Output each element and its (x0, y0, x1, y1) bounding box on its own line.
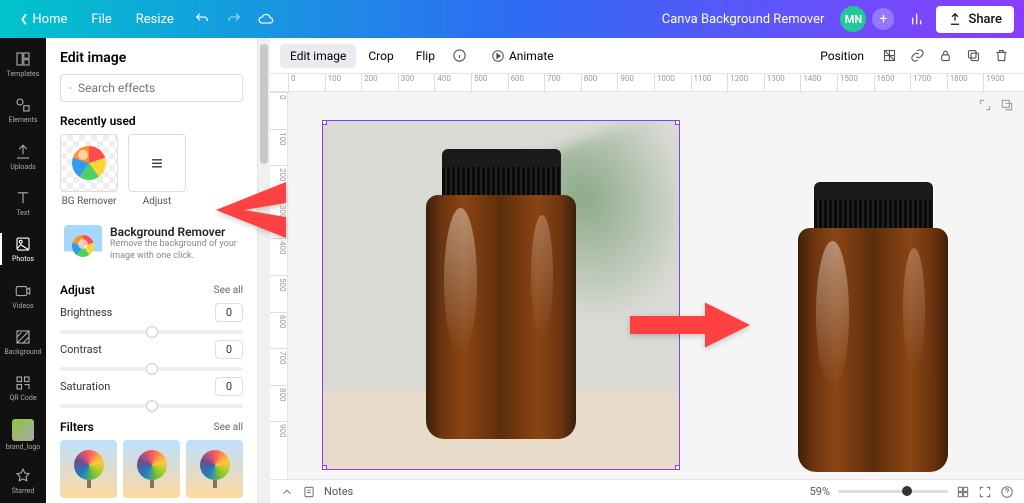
search-field[interactable] (78, 81, 234, 95)
recent-adjust[interactable]: ≡ Adjust (128, 134, 186, 207)
info-icon[interactable] (447, 43, 473, 69)
resize-handle[interactable] (322, 120, 327, 125)
redo-button[interactable] (220, 5, 248, 33)
panel-scrollbar[interactable] (258, 38, 270, 503)
slider-contrast[interactable]: Contrast0 (60, 340, 243, 371)
crop-button[interactable]: Crop (358, 44, 403, 68)
rail-background-icon (14, 328, 32, 346)
rail-text-icon (14, 189, 32, 207)
panel-title: Edit image (46, 38, 257, 74)
animate-button[interactable]: Animate (481, 44, 564, 68)
file-menu[interactable]: File (81, 6, 121, 33)
search-icon (69, 81, 72, 95)
side-rail: TemplatesElementsUploadsTextPhotosVideos… (0, 38, 46, 503)
rail-elements-icon (14, 96, 32, 114)
filters-heading: Filters (60, 420, 94, 434)
resize-handle[interactable] (675, 465, 680, 470)
bg-remover-desc: Remove the background of your image with… (110, 239, 239, 262)
brand-logo-icon (12, 419, 34, 441)
annotation-arrow (216, 180, 286, 240)
rail-text[interactable]: Text (0, 181, 46, 225)
filters-see-all[interactable]: See all (214, 422, 243, 433)
bg-remover-thumb (64, 225, 102, 263)
jar-with-bg (416, 149, 586, 439)
transparency-icon[interactable] (876, 43, 902, 69)
rail-photos-icon (14, 235, 32, 253)
filter-thumb[interactable] (186, 440, 243, 498)
rail-templates-icon (14, 50, 32, 68)
fullscreen-icon[interactable] (978, 485, 992, 499)
link-icon[interactable] (904, 43, 930, 69)
search-input[interactable] (60, 74, 243, 102)
filter-thumb[interactable] (123, 440, 180, 498)
rail-background[interactable]: Background (0, 320, 46, 364)
rail-photos[interactable]: Photos (0, 227, 46, 271)
rail-uploads-icon (14, 143, 32, 161)
edit-panel: Edit image Recently used BG Remover ≡ Ad… (46, 38, 258, 503)
canvas[interactable] (288, 92, 1024, 479)
help-icon[interactable] (1000, 485, 1014, 499)
rail-qrcode-icon (14, 374, 32, 392)
resize-menu[interactable]: Resize (126, 6, 184, 33)
ruler-horizontal: 0100200300400500600700800900100011001200… (270, 74, 1024, 92)
rail-starred-icon (14, 467, 32, 485)
rail-elements[interactable]: Elements (0, 88, 46, 132)
flip-button[interactable]: Flip (406, 44, 445, 68)
expand-icon[interactable] (978, 98, 992, 112)
add-member-button[interactable]: + (872, 8, 894, 30)
rail-videos[interactable]: Videos (0, 273, 46, 317)
adjust-heading: Adjust (60, 283, 95, 297)
bottom-bar: Notes 59% (270, 479, 1024, 503)
slider-knob[interactable] (146, 326, 158, 338)
slider-saturation[interactable]: Saturation0 (60, 377, 243, 408)
undo-button[interactable] (188, 5, 216, 33)
recent-bg-remover[interactable]: BG Remover (60, 134, 118, 207)
grid-view-icon[interactable] (956, 485, 970, 499)
delete-icon[interactable] (988, 43, 1014, 69)
slider-brightness[interactable]: Brightness0 (60, 303, 243, 334)
zoom-slider[interactable] (838, 490, 948, 493)
popout-icon[interactable] (1000, 98, 1014, 112)
selected-image[interactable] (322, 120, 680, 470)
rail-starred[interactable]: Starred (0, 459, 46, 503)
slider-knob[interactable] (146, 400, 158, 412)
jar-no-bg (778, 182, 968, 479)
beachball-icon (72, 146, 106, 180)
top-bar: ❮Home File Resize Canva Background Remov… (0, 0, 1024, 38)
slider-knob[interactable] (146, 363, 158, 375)
avatar[interactable]: MN (840, 6, 866, 32)
recently-used-heading: Recently used (60, 114, 243, 128)
insights-button[interactable] (904, 5, 932, 33)
document-title[interactable]: Canva Background Remover (662, 12, 825, 27)
cloud-status-icon (252, 5, 280, 33)
zoom-value[interactable]: 59% (810, 485, 830, 498)
home-button[interactable]: ❮Home (10, 6, 77, 33)
edit-image-button[interactable]: Edit image (280, 44, 356, 68)
notes-button[interactable]: Notes (324, 485, 353, 498)
position-button[interactable]: Position (810, 44, 874, 68)
chevron-up-icon[interactable] (280, 485, 294, 499)
rail-brand-logo[interactable]: brand_logo (0, 412, 46, 456)
notes-icon (302, 485, 316, 499)
context-toolbar: Edit image Crop Flip Animate Position (270, 38, 1024, 74)
sliders-icon: ≡ (151, 151, 163, 176)
resize-handle[interactable] (322, 465, 327, 470)
filter-thumb[interactable] (60, 440, 117, 498)
ruler-vertical: 0100200300400500600700800900 (270, 92, 288, 479)
rail-templates[interactable]: Templates (0, 42, 46, 86)
share-button[interactable]: Share (936, 6, 1014, 33)
rail-qrcode[interactable]: QR Code (0, 366, 46, 410)
adjust-see-all[interactable]: See all (214, 285, 243, 296)
annotation-arrow (630, 300, 750, 350)
rail-uploads[interactable]: Uploads (0, 135, 46, 179)
resize-handle[interactable] (675, 120, 680, 125)
rail-videos-icon (14, 282, 32, 300)
duplicate-icon[interactable] (960, 43, 986, 69)
lock-icon[interactable] (932, 43, 958, 69)
